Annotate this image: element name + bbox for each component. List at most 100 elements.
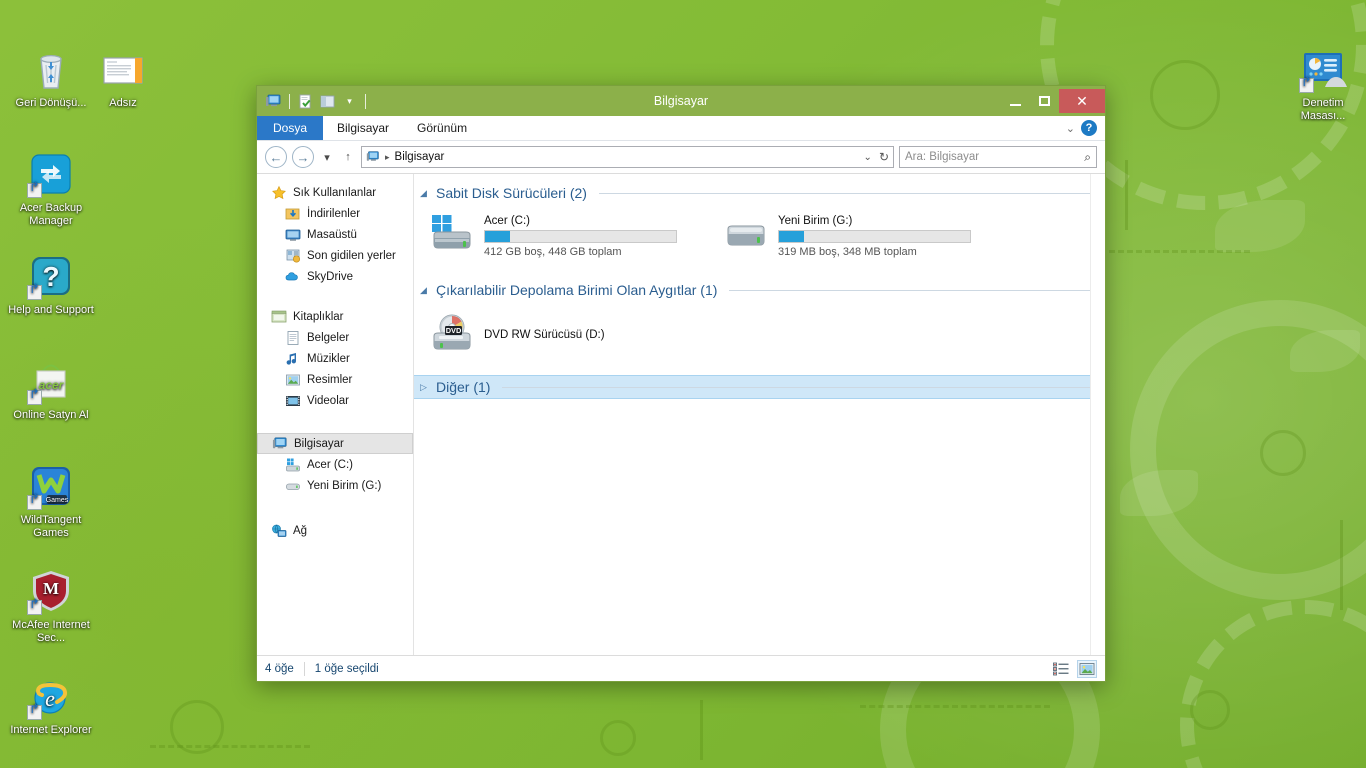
drive-icon <box>285 478 301 494</box>
tab-dosya[interactable]: Dosya <box>257 116 324 140</box>
desktop-icon-mcafee[interactable]: M McAfee Internet Sec... <box>8 567 94 645</box>
group-header-other[interactable]: ▷ Diğer (1) <box>414 375 1105 399</box>
desktop-icon-online-satyn-al[interactable]: acer Online Satyn Al <box>8 357 94 422</box>
sidebar-computer[interactable]: Bilgisayar <box>257 433 413 454</box>
sidebar-item-label: Müzikler <box>307 352 350 365</box>
group-header-removable-storage[interactable]: ◢ Çıkarılabilir Depolama Birimi Olan Ayg… <box>414 279 1105 301</box>
view-mode-buttons[interactable] <box>1051 659 1097 678</box>
control-panel-icon <box>1299 45 1347 93</box>
search-input-placeholder[interactable]: Ara: Bilgisayar <box>905 151 979 163</box>
vertical-scrollbar[interactable] <box>1090 174 1105 655</box>
desktop-icon-label: Acer Backup Manager <box>19 202 83 227</box>
desktop-icon-help-and-support[interactable]: ? Help and Support <box>8 252 94 317</box>
computer-icon[interactable] <box>265 93 282 110</box>
collapse-triangle-icon[interactable]: ◢ <box>420 285 430 296</box>
desktop-icon-wildtangent-games[interactable]: Games WildTangent Games <box>8 462 94 540</box>
sidebar-item-label: Ağ <box>293 524 308 537</box>
drive-tile-acer-c[interactable]: Acer (C:) 412 GB boş, 448 GB toplam <box>428 210 722 264</box>
close-button[interactable]: ✕ <box>1059 89 1105 113</box>
up-button[interactable]: ↑ <box>340 151 356 163</box>
view-large-icons-button[interactable] <box>1077 659 1097 678</box>
desktop-icon-internet-explorer[interactable]: e Internet Explorer <box>8 672 94 737</box>
sidebar-pictures[interactable]: Resimler <box>257 369 413 390</box>
desktop-icon-label: Internet Explorer <box>10 724 92 736</box>
collapse-triangle-icon[interactable]: ◢ <box>420 188 430 199</box>
wallpaper-circle-5 <box>600 720 636 756</box>
sidebar-yeni-birim-g[interactable]: Yeni Birim (G:) <box>257 475 413 496</box>
new-folder-icon[interactable] <box>319 93 336 110</box>
sidebar-desktop[interactable]: Masaüstü <box>257 224 413 245</box>
sidebar-item-label: Videolar <box>307 394 349 407</box>
window-title-bar[interactable]: ▾ Bilgisayar ✕ <box>257 86 1105 116</box>
address-dropdown-chevron-down-icon[interactable]: ⌄ <box>864 152 872 163</box>
wallpaper-circle-1 <box>1150 60 1220 130</box>
address-bar-row[interactable]: ← → ▾ ↑ ▸ Bilgisayar ⌄ ↻ Ara: Bilgisayar… <box>257 141 1105 173</box>
sidebar-videos[interactable]: Videolar <box>257 390 413 411</box>
network-icon <box>271 523 287 539</box>
help-icon[interactable]: ? <box>1081 120 1097 136</box>
wallpaper-circle-2 <box>1260 430 1306 476</box>
minimize-button[interactable] <box>1001 89 1030 113</box>
desktop-icon-label: Online Satyn Al <box>13 409 89 421</box>
desktop-icon-adsiz[interactable]: Adsız <box>80 45 166 110</box>
navigation-pane[interactable]: Sık Kullanılanlar İndirilenler Masaüstü <box>257 174 414 655</box>
drive-tile-dvd-rw-d[interactable]: DVD DVD RW Sürücüsü (D:) <box>428 309 605 362</box>
recent-locations-chevron-down-icon[interactable]: ▾ <box>319 151 335 164</box>
shortcut-overlay-icon <box>1299 78 1314 93</box>
computer-icon <box>272 436 288 452</box>
expand-triangle-icon[interactable]: ▷ <box>420 382 430 393</box>
qat-separator <box>289 93 290 109</box>
refresh-icon[interactable]: ↻ <box>879 150 889 164</box>
system-drive-icon <box>428 213 476 257</box>
search-icon[interactable]: ⌕ <box>1084 150 1091 165</box>
desktop[interactable]: Geri Dönüşü... Adsız ↰ Acer Backup Manag… <box>0 0 1366 768</box>
sidebar-acer-c[interactable]: Acer (C:) <box>257 454 413 475</box>
group-header-hard-disk-drives[interactable]: ◢ Sabit Disk Sürücüleri (2) <box>414 182 1105 204</box>
desktop-icon-acer-backup-manager[interactable]: Acer Backup Manager <box>8 150 94 228</box>
sidebar-music[interactable]: Müzikler <box>257 348 413 369</box>
drive-tile-yeni-birim-g[interactable]: Yeni Birim (G:) 319 MB boş, 348 MB topla… <box>722 210 1016 264</box>
search-box[interactable]: Ara: Bilgisayar ⌕ <box>899 146 1097 168</box>
selected-count-label: 1 öğe seçildi <box>314 662 379 675</box>
breadcrumb-bilgisayar[interactable]: Bilgisayar <box>395 151 445 163</box>
libraries-icon <box>271 309 287 325</box>
status-separator <box>303 661 305 676</box>
file-list-view[interactable]: ◢ Sabit Disk Sürücüleri (2) Acer (C:) 41… <box>414 174 1105 655</box>
ribbon-tab-bar[interactable]: Dosya Bilgisayar Görünüm ⌄ ? <box>257 116 1105 141</box>
address-input[interactable]: ▸ Bilgisayar ⌄ ↻ <box>361 146 894 168</box>
picture-icon <box>285 372 301 388</box>
recent-places-icon <box>285 248 301 264</box>
sidebar-documents[interactable]: Belgeler <box>257 327 413 348</box>
cloud-icon <box>285 269 301 285</box>
sidebar-recent-places[interactable]: Son gidilen yerler <box>257 245 413 266</box>
wallpaper-petal-1 <box>1215 200 1305 252</box>
quick-access-toolbar[interactable]: ▾ <box>257 93 368 110</box>
sidebar-downloads[interactable]: İndirilenler <box>257 203 413 224</box>
window-title: Bilgisayar <box>653 94 709 108</box>
forward-button[interactable]: → <box>292 146 314 168</box>
back-button[interactable]: ← <box>265 146 287 168</box>
sidebar-libraries[interactable]: Kitaplıklar <box>257 306 413 327</box>
view-details-button[interactable] <box>1051 660 1071 678</box>
music-note-icon <box>285 351 301 367</box>
properties-icon[interactable] <box>297 93 314 110</box>
tab-gorunum[interactable]: Görünüm <box>403 116 481 140</box>
wallpaper-dash-1 <box>1100 250 1250 253</box>
expand-ribbon-chevron-down-icon[interactable]: ⌄ <box>1066 122 1075 135</box>
sidebar-skydrive[interactable]: SkyDrive <box>257 266 413 287</box>
sidebar-gap-1 <box>257 287 413 306</box>
desktop-icon <box>285 227 301 243</box>
sidebar-network[interactable]: Ağ <box>257 520 413 541</box>
tab-bilgisayar[interactable]: Bilgisayar <box>323 116 403 140</box>
wallpaper-circle-3 <box>1190 690 1230 730</box>
capacity-bar-fill <box>779 231 804 242</box>
explorer-window[interactable]: ▾ Bilgisayar ✕ Dosya Bilgisayar Görünüm … <box>256 85 1106 682</box>
customize-qat-dropdown-icon[interactable]: ▾ <box>341 93 358 110</box>
desktop-icon-denetim-masasi[interactable]: Denetim Masası... <box>1280 45 1366 123</box>
video-icon <box>285 393 301 409</box>
sidebar-favorites[interactable]: Sık Kullanılanlar <box>257 182 413 203</box>
svg-text:e: e <box>45 686 55 711</box>
drive-capacity-text: 412 GB boş, 448 GB toplam <box>484 246 622 258</box>
window-controls[interactable]: ✕ <box>1001 86 1105 116</box>
maximize-button[interactable] <box>1030 89 1059 113</box>
